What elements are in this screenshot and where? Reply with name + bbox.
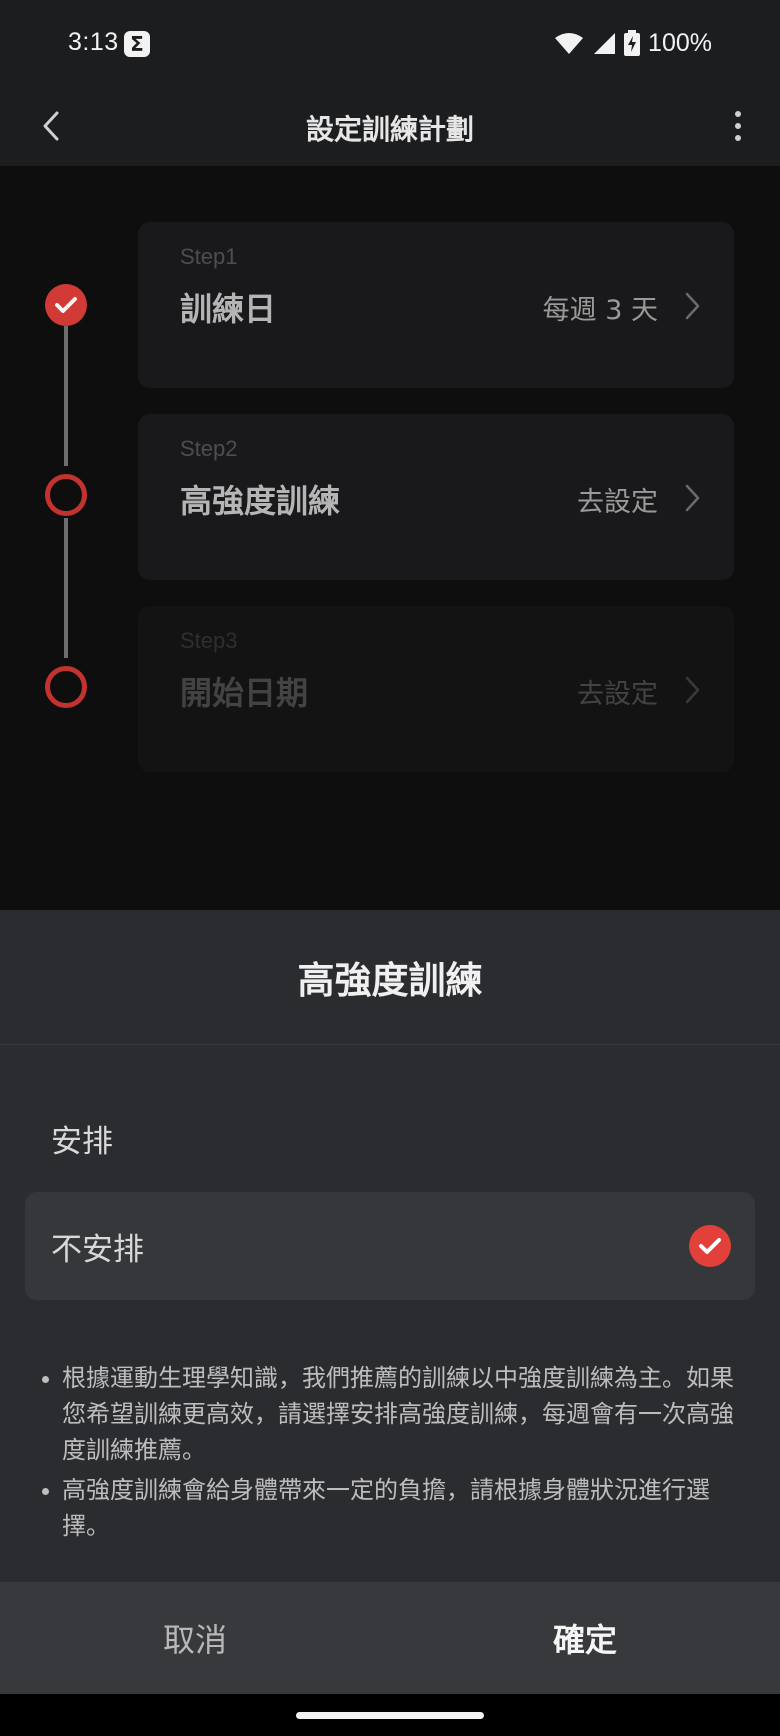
note-item: 根據運動生理學知識，我們推薦的訓練以中強度訓練為主。如果您希望訓練更高效，請選擇… xyxy=(40,1360,740,1468)
notes-list: 根據運動生理學知識，我們推薦的訓練以中強度訓練為主。如果您希望訓練更高效，請選擇… xyxy=(40,1360,740,1548)
top-area: 3:13 Σ 100% 設定訓練計劃 xyxy=(0,0,780,166)
more-vert-icon xyxy=(735,111,741,141)
cancel-button[interactable]: 取消 xyxy=(0,1582,390,1694)
check-icon xyxy=(55,297,77,313)
steps-area: Step1 訓練日 每週 3 天 Step2 高強度訓練 去設定 Step3 開… xyxy=(0,166,780,910)
option-label: 安排 xyxy=(51,1124,113,1160)
step-label: Step3 xyxy=(180,628,238,653)
action-bar: 取消 確定 xyxy=(0,1582,780,1694)
status-time: 3:13 xyxy=(68,28,119,56)
step-card-start-date: Step3 開始日期 去設定 xyxy=(138,606,734,772)
step-name: 訓練日 xyxy=(180,290,277,328)
app-bar: 設定訓練計劃 xyxy=(0,88,780,166)
system-nav-bar xyxy=(0,1694,780,1736)
notification-app-icon: Σ xyxy=(124,31,150,57)
battery-charging-icon xyxy=(624,30,641,56)
option-arrange[interactable]: 安排 xyxy=(25,1084,755,1192)
confirm-button[interactable]: 確定 xyxy=(390,1582,780,1694)
sheet-title: 高強度訓練 xyxy=(297,959,483,1002)
status-icons: 100% xyxy=(554,28,712,58)
status-bar: 3:13 Σ 100% xyxy=(0,0,780,88)
option-label: 不安排 xyxy=(51,1232,144,1268)
chevron-right-icon xyxy=(685,676,700,704)
timeline-connector xyxy=(64,326,68,466)
wifi-icon xyxy=(555,33,584,54)
chevron-right-icon xyxy=(685,484,700,512)
chevron-right-icon xyxy=(685,292,700,320)
cell-signal-icon xyxy=(594,33,616,54)
check-icon xyxy=(699,1238,721,1254)
page-title: 設定訓練計劃 xyxy=(305,113,474,146)
step-card-training-days[interactable]: Step1 訓練日 每週 3 天 xyxy=(138,222,734,388)
step-value: 每週 3 天 xyxy=(542,295,658,326)
step-card-high-intensity[interactable]: Step2 高強度訓練 去設定 xyxy=(138,414,734,580)
step-name: 高強度訓練 xyxy=(180,482,341,520)
selected-check-icon xyxy=(689,1225,731,1267)
more-options-button[interactable] xyxy=(720,104,756,148)
bottom-sheet: 高強度訓練 安排 不安排 根據運動生理學知識，我們推薦的訓練以中強度訓練為主。如… xyxy=(0,910,780,1696)
home-indicator[interactable] xyxy=(296,1712,484,1719)
battery-percent: 100% xyxy=(648,28,712,57)
timeline-connector xyxy=(64,518,68,658)
step-name: 開始日期 xyxy=(180,674,309,712)
note-item: 高強度訓練會給身體帶來一定的負擔，請根據身體狀況進行選擇。 xyxy=(40,1472,740,1544)
option-no-arrange[interactable]: 不安排 xyxy=(25,1192,755,1300)
step-label: Step2 xyxy=(180,436,238,461)
step-3-marker xyxy=(45,666,87,708)
sheet-divider xyxy=(0,1044,780,1045)
step-value: 去設定 xyxy=(577,679,658,710)
step-label: Step1 xyxy=(180,244,238,269)
step-2-marker xyxy=(45,474,87,516)
step-value: 去設定 xyxy=(577,487,658,518)
step-1-done-marker xyxy=(45,284,87,326)
